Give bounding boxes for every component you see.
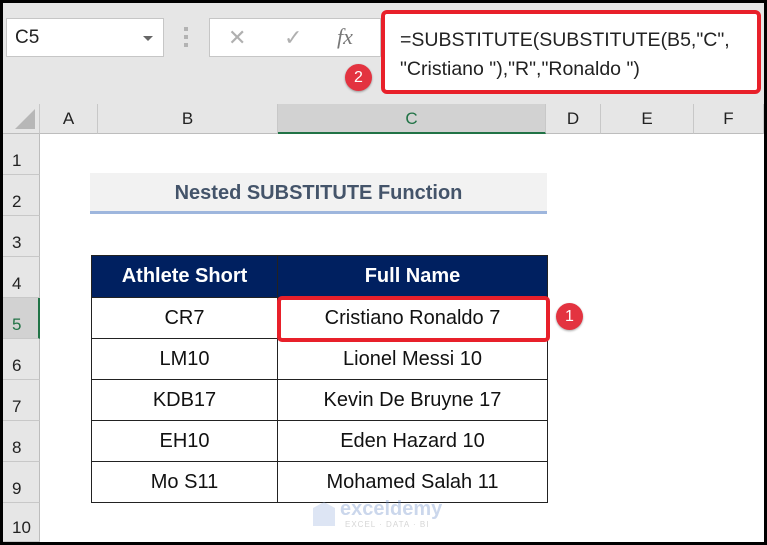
table-header-row: Athlete Short Full Name [91, 255, 548, 298]
row-header-6[interactable]: 6 [3, 339, 40, 380]
column-header-c[interactable]: C [278, 104, 546, 134]
cell-b9[interactable]: Mo S11 [91, 461, 278, 503]
insert-function-icon[interactable]: fx [337, 24, 353, 50]
table-row: LM10 Lionel Messi 10 [91, 338, 548, 380]
cell-b7[interactable]: KDB17 [91, 379, 278, 421]
formula-bar-area: C5 ✕ ✓ fx =SUBSTITUTE(SUBSTITUTE(B5,"C",… [3, 3, 764, 104]
cell-b6[interactable]: LM10 [91, 338, 278, 380]
row-header-4[interactable]: 4 [3, 257, 40, 298]
selected-cell-highlight [277, 296, 550, 342]
row-header-2[interactable]: 2 [3, 175, 40, 216]
formula-input[interactable]: =SUBSTITUTE(SUBSTITUTE(B5,"C", "Cristian… [381, 10, 761, 94]
column-header-a[interactable]: A [40, 104, 98, 134]
athlete-table: Athlete Short Full Name CR7 Cristiano Ro… [91, 255, 548, 503]
row-header-7[interactable]: 7 [3, 380, 40, 421]
enter-icon[interactable]: ✓ [284, 25, 302, 51]
name-box[interactable]: C5 [6, 18, 164, 57]
column-header-b[interactable]: B [98, 104, 278, 134]
column-header-f[interactable]: F [694, 104, 764, 134]
row-header-10[interactable]: 10 [3, 503, 40, 542]
cell-c7[interactable]: Kevin De Bruyne 17 [277, 379, 548, 421]
cell-c8[interactable]: Eden Hazard 10 [277, 420, 548, 462]
excel-window: C5 ✕ ✓ fx =SUBSTITUTE(SUBSTITUTE(B5,"C",… [3, 3, 764, 542]
row-header-3[interactable]: 3 [3, 216, 40, 257]
watermark-tagline: EXCEL · DATA · BI [345, 520, 430, 529]
annotation-badge-2: 2 [345, 64, 372, 91]
table-row: KDB17 Kevin De Bruyne 17 [91, 379, 548, 421]
annotation-badge-1: 1 [556, 303, 583, 330]
chevron-down-icon[interactable] [143, 36, 153, 41]
table-row: Mo S11 Mohamed Salah 11 [91, 461, 548, 503]
sheet-title: Nested SUBSTITUTE Function [90, 173, 547, 214]
row-header-8[interactable]: 8 [3, 421, 40, 462]
column-header-d[interactable]: D [546, 104, 601, 134]
row-header-1[interactable]: 1 [3, 134, 40, 175]
table-row: EH10 Eden Hazard 10 [91, 420, 548, 462]
header-full-name[interactable]: Full Name [277, 255, 548, 298]
cell-b8[interactable]: EH10 [91, 420, 278, 462]
row-header-5[interactable]: 5 [3, 298, 40, 339]
formula-buttons: ✕ ✓ fx [209, 18, 381, 57]
cell-c6[interactable]: Lionel Messi 10 [277, 338, 548, 380]
row-header-9[interactable]: 9 [3, 462, 40, 503]
select-all-button[interactable] [3, 104, 40, 134]
watermark-name: exceldemy [340, 498, 443, 520]
header-athlete-short[interactable]: Athlete Short [91, 255, 278, 298]
cell-c9[interactable]: Mohamed Salah 11 [277, 461, 548, 503]
grip-icon[interactable] [184, 27, 188, 47]
column-header-e[interactable]: E [601, 104, 694, 134]
cell-b5[interactable]: CR7 [91, 297, 278, 339]
name-box-value: C5 [15, 27, 40, 48]
cancel-icon[interactable]: ✕ [228, 25, 246, 51]
